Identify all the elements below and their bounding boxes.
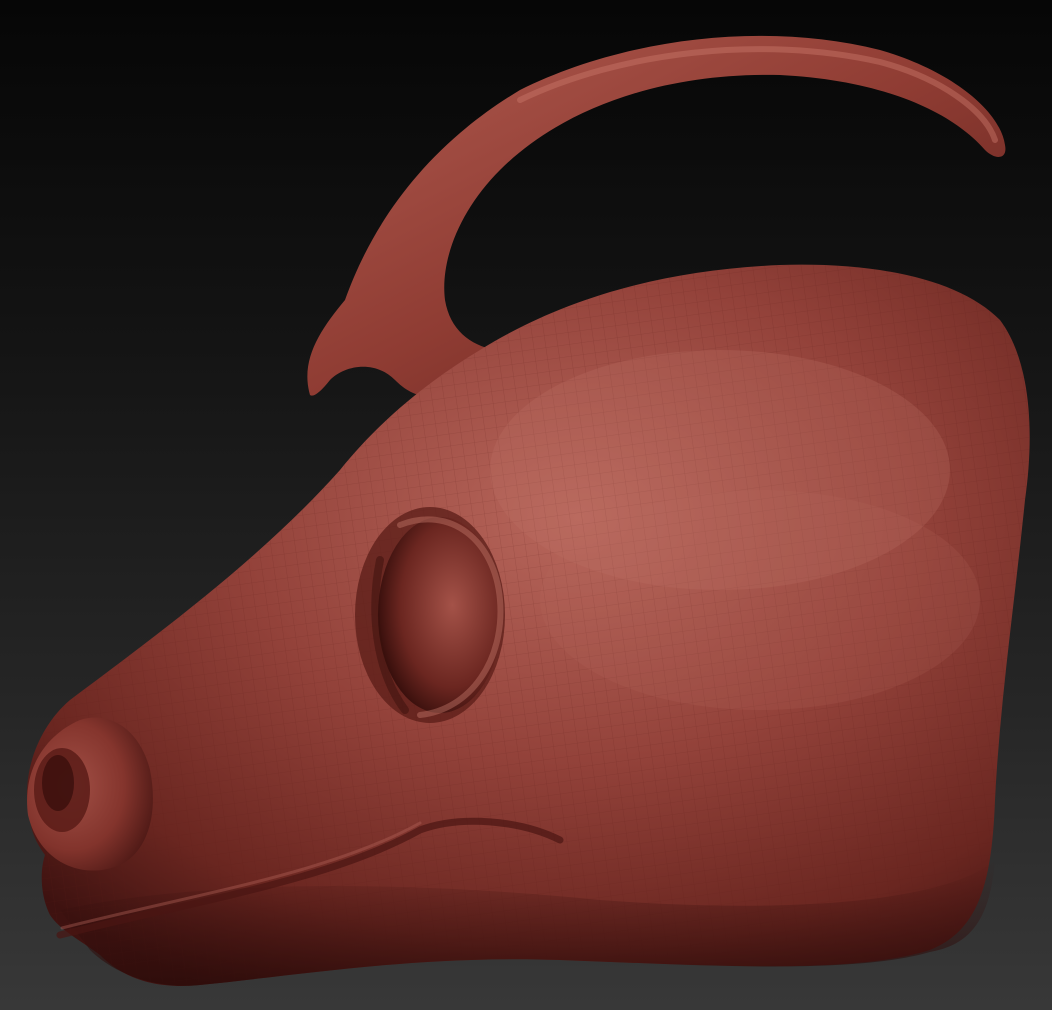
- clay-head-render: [26, 35, 1030, 986]
- head: [26, 264, 1030, 986]
- sculpt-viewport[interactable]: [0, 0, 1052, 1010]
- eye-socket: [355, 507, 505, 723]
